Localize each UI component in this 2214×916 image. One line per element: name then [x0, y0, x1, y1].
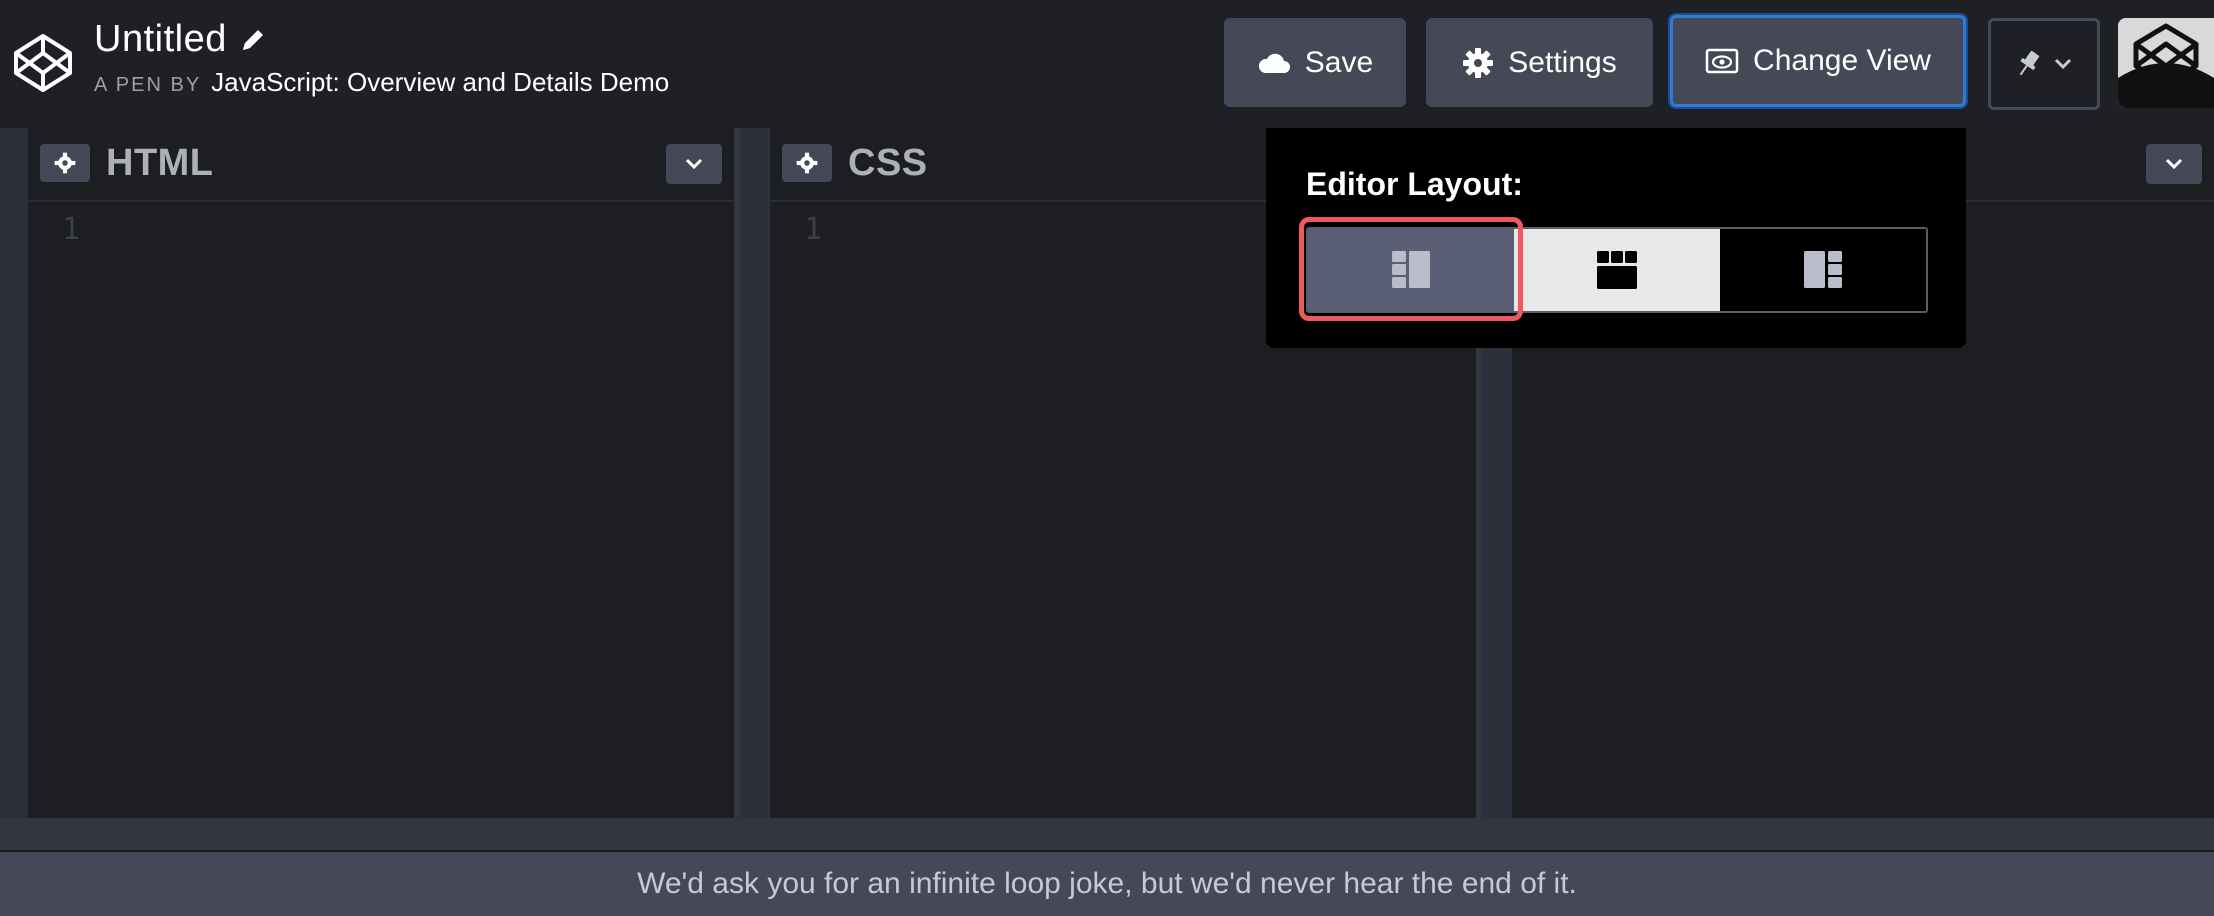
user-avatar[interactable] — [2118, 18, 2214, 108]
pane-resizer[interactable] — [734, 128, 740, 818]
html-editor-pane[interactable]: HTML 1 — [28, 128, 734, 818]
pencil-edit-icon[interactable] — [239, 26, 267, 54]
save-button[interactable]: Save — [1224, 18, 1406, 107]
gear-icon — [796, 152, 818, 174]
footer-message: We'd ask you for an infinite loop joke, … — [637, 867, 1577, 900]
byline-prefix: A PEN BY — [94, 74, 202, 96]
footer-bar: We'd ask you for an infinite loop joke, … — [0, 852, 2214, 916]
pin-icon — [2019, 50, 2040, 76]
top-layout-icon — [1597, 251, 1637, 289]
chevron-down-icon — [2165, 158, 2183, 170]
line-number: 1 — [804, 212, 823, 247]
left-layout-icon — [1392, 251, 1430, 288]
html-editor-collapse-button[interactable] — [666, 144, 722, 184]
css-editor-title: CSS — [848, 142, 928, 184]
layout-left-option[interactable] — [1308, 229, 1514, 311]
editor-layout-popup: Editor Layout: — [1266, 128, 1966, 348]
chevron-down-icon — [2054, 58, 2072, 70]
save-label: Save — [1304, 45, 1374, 79]
pen-title-block: Untitled A PEN BY JavaScript: Overview a… — [94, 18, 669, 98]
html-settings-button[interactable] — [40, 144, 90, 182]
editor-layout-options — [1306, 227, 1928, 313]
top-header: Untitled A PEN BY JavaScript: Overview a… — [0, 0, 2214, 128]
html-editor-title: HTML — [106, 142, 214, 184]
avatar-icon — [2118, 18, 2214, 108]
gear-icon — [54, 152, 76, 174]
gear-icon — [1463, 47, 1494, 78]
layout-right-option[interactable] — [1720, 229, 1926, 311]
change-view-label: Change View — [1753, 44, 1931, 77]
line-number: 1 — [62, 212, 81, 247]
pin-menu-button[interactable] — [1988, 18, 2100, 110]
view-icon — [1705, 48, 1739, 74]
css-settings-button[interactable] — [782, 144, 832, 182]
settings-label: Settings — [1508, 45, 1617, 79]
js-editor-collapse-button[interactable] — [2146, 144, 2202, 184]
pen-title[interactable]: Untitled — [94, 18, 227, 61]
codepen-logo-icon[interactable] — [12, 32, 74, 94]
right-layout-icon — [1804, 251, 1842, 288]
layout-top-option[interactable] — [1514, 229, 1720, 311]
html-editor-header: HTML — [28, 128, 734, 202]
cloud-icon — [1258, 53, 1290, 73]
settings-button[interactable]: Settings — [1426, 18, 1653, 107]
change-view-button[interactable]: Change View — [1670, 15, 1966, 107]
console-resize-bar[interactable] — [0, 818, 2214, 852]
chevron-down-icon — [685, 158, 703, 170]
author-name[interactable]: JavaScript: Overview and Details Demo — [211, 67, 669, 98]
editor-layout-title: Editor Layout: — [1306, 166, 1523, 202]
